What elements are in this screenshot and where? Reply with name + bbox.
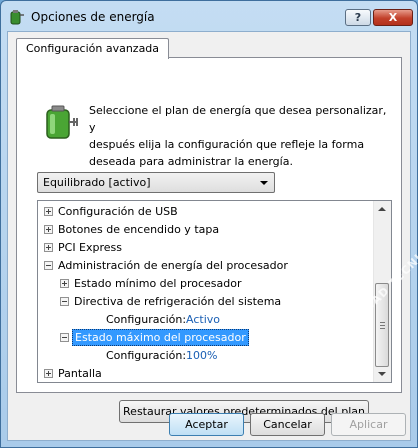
description-text: Seleccione el plan de energía que desea … xyxy=(89,104,387,168)
tab-advanced-settings[interactable]: Configuración avanzada xyxy=(16,38,170,59)
settings-tree[interactable]: Configuración de USB Botones de encendid… xyxy=(37,200,392,383)
dialog-client-area: Configuración avanzada Seleccione el pla… xyxy=(7,31,411,441)
scroll-down-icon[interactable] xyxy=(378,372,386,376)
collapse-icon[interactable] xyxy=(44,261,53,270)
cooling-setting-value[interactable]: Activo xyxy=(186,311,220,328)
close-button[interactable]: X xyxy=(373,9,413,26)
tab-panel: Seleccione el plan de energía que desea … xyxy=(16,57,402,423)
battery-icon xyxy=(46,105,78,139)
accept-button[interactable]: Aceptar xyxy=(169,413,244,436)
expand-icon[interactable] xyxy=(60,279,69,288)
chevron-down-icon xyxy=(260,181,268,185)
expand-icon[interactable] xyxy=(44,207,53,216)
power-plan-selected: Equilibrado [activo] xyxy=(43,176,151,189)
scroll-up-icon[interactable] xyxy=(378,207,386,211)
collapse-icon[interactable] xyxy=(60,297,69,306)
title-bar[interactable]: Opciones de energía ? X xyxy=(1,1,417,31)
expand-icon[interactable] xyxy=(44,243,53,252)
expand-icon[interactable] xyxy=(44,369,53,378)
cancel-button[interactable]: Cancelar xyxy=(250,413,325,436)
max-state-setting-value[interactable]: 100% xyxy=(186,347,217,364)
window-title: Opciones de energía xyxy=(31,10,155,24)
collapse-icon[interactable] xyxy=(60,333,69,342)
apply-button[interactable]: Aplicar xyxy=(331,413,406,436)
power-plan-dropdown[interactable]: Equilibrado [activo] xyxy=(37,172,275,193)
options-window: Opciones de energía ? X Configuración av… xyxy=(0,0,418,448)
help-button[interactable]: ? xyxy=(345,9,371,26)
battery-plug-icon xyxy=(10,10,24,25)
expand-icon[interactable] xyxy=(44,225,53,234)
